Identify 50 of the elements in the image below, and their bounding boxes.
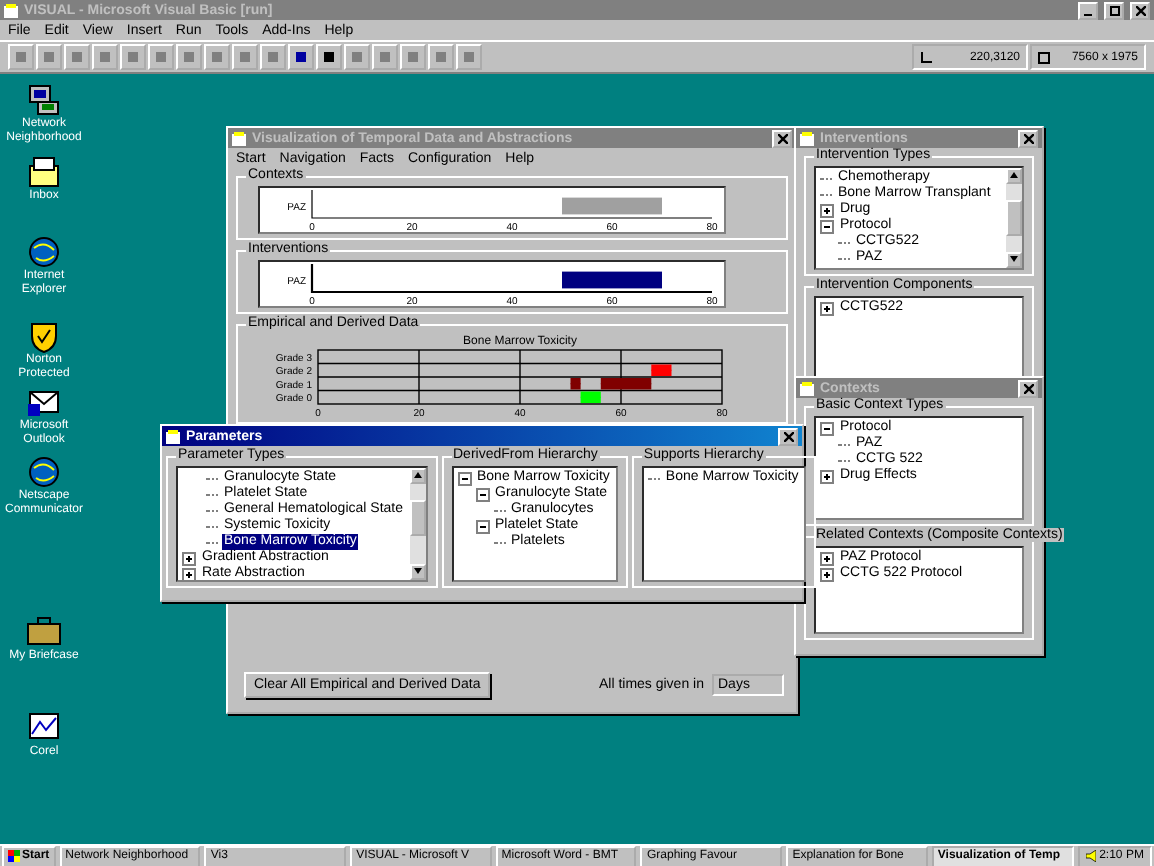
up-arrow-icon[interactable] [413,472,421,478]
square-icon[interactable] [322,50,336,64]
toolbar-button[interactable] [316,44,342,70]
close-button[interactable] [772,129,792,147]
expand-icon[interactable] [182,567,196,580]
desktop-icon[interactable] [26,454,62,490]
minimize-button[interactable] [1078,1,1098,19]
close-icon[interactable] [783,431,793,441]
square-icon [1038,51,1050,63]
window-icon [232,131,246,145]
close-icon[interactable] [777,133,787,143]
expand-icon[interactable] [820,203,834,217]
expand-icon[interactable] [820,301,834,315]
close-button[interactable] [1018,129,1038,147]
down-arrow-icon[interactable] [413,568,421,574]
scrollbar[interactable] [1006,168,1022,268]
close-button[interactable] [1130,1,1150,19]
window-icon [4,3,18,17]
maximize-icon[interactable] [1109,5,1119,15]
collapse-icon[interactable] [475,487,489,501]
close-icon[interactable] [1023,133,1033,143]
close-button[interactable] [1018,379,1038,397]
window-icon [800,381,814,395]
expand-icon[interactable] [820,551,834,565]
expand-icon[interactable] [182,551,196,565]
collapse-icon[interactable] [457,471,471,485]
desktop-icon[interactable] [26,614,62,650]
collapse-icon[interactable] [820,219,834,233]
toolbar-button[interactable] [288,44,314,70]
flag-icon[interactable] [8,850,20,862]
collapse-icon[interactable] [475,519,489,533]
down-arrow-icon[interactable] [1010,256,1018,262]
desktop-icon[interactable] [26,318,62,354]
window-icon [800,131,814,145]
desktop-icon[interactable] [26,234,62,270]
window-icon [166,429,180,443]
maximize-button[interactable] [1104,1,1124,19]
expand-icon[interactable] [820,567,834,581]
scrollbar[interactable] [409,468,425,580]
collapse-icon[interactable] [820,421,834,435]
close-button[interactable] [778,427,798,445]
speaker-icon[interactable] [1085,850,1096,862]
corner-icon [920,51,932,63]
desktop-icon[interactable] [26,82,62,118]
close-icon[interactable] [1023,383,1033,393]
desktop-icon[interactable] [26,154,62,190]
up-arrow-icon[interactable] [1010,172,1018,178]
square-icon[interactable] [294,50,308,64]
close-icon[interactable] [1135,5,1145,15]
expand-icon[interactable] [820,469,834,483]
